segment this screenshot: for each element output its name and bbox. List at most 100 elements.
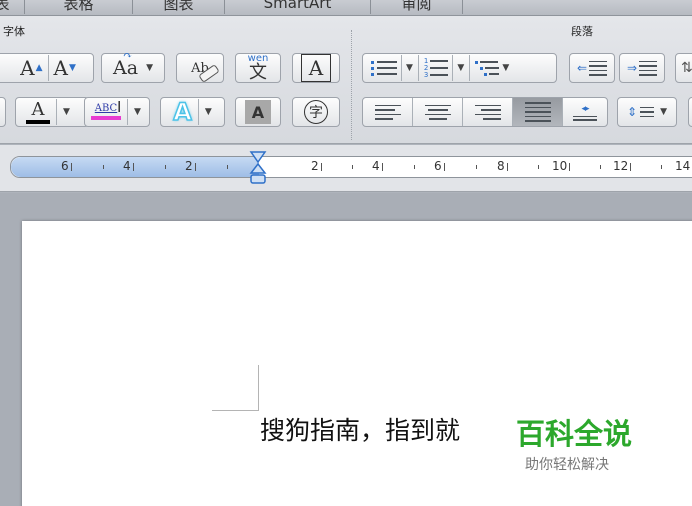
increase-indent-icon: ⇒ xyxy=(627,60,658,76)
ruler-tick xyxy=(195,163,196,171)
hanging-indent-marker[interactable] xyxy=(249,162,267,174)
justify-icon xyxy=(524,102,551,122)
ruler-tick xyxy=(414,165,415,169)
tab-label: SmartArt xyxy=(263,0,332,12)
watermark-subtitle: 助你轻松解决 xyxy=(525,457,609,473)
text-effects-button[interactable]: A ▼ xyxy=(160,97,225,127)
multilevel-list-icon xyxy=(475,60,500,76)
ruler-tick xyxy=(444,163,445,171)
tab-review[interactable]: 审阅 xyxy=(371,0,463,14)
ruler-label: 4 xyxy=(372,159,380,173)
indent-markers[interactable] xyxy=(249,150,267,186)
sort-button-clipped[interactable]: ⇅ xyxy=(675,53,692,83)
ruler-tick xyxy=(600,165,601,169)
tab-table-clipped[interactable]: 表 xyxy=(0,0,25,14)
align-left-icon xyxy=(374,104,401,120)
arrow-up-icon: ▲ xyxy=(35,63,43,73)
ruler-label: 4 xyxy=(123,159,131,173)
tab-charts[interactable]: 图表 xyxy=(133,0,225,14)
font-color-button[interactable]: A ▼ xyxy=(15,97,89,127)
font-color-bar xyxy=(26,119,50,124)
shrink-font-button[interactable]: A ▼ xyxy=(54,56,76,80)
text-cursor-icon: I xyxy=(117,98,122,116)
caret-down-icon: ▼ xyxy=(502,63,510,73)
tab-tables[interactable]: 表格 xyxy=(25,0,133,14)
ruler-left-margin xyxy=(11,157,259,177)
caret-down-icon: ▼ xyxy=(204,107,212,117)
numbering-button[interactable]: 1 2 3 ▼ xyxy=(424,55,464,81)
ruler-tick xyxy=(103,165,104,169)
align-right-button[interactable] xyxy=(463,98,513,126)
grow-font-button[interactable]: A ▲ xyxy=(12,56,42,80)
ruler-tick xyxy=(538,165,539,169)
tab-label: 审阅 xyxy=(401,0,432,13)
caret-down-icon: ▼ xyxy=(406,63,413,73)
ruler-tick xyxy=(165,165,166,169)
curved-arrow-icon: ↷ xyxy=(123,49,133,62)
align-center-icon xyxy=(424,104,451,120)
bullets-button[interactable]: ▼ xyxy=(371,55,413,81)
document-text[interactable]: 搜狗指南，指到就 xyxy=(260,411,460,447)
alignment-buttons: ◂▸ xyxy=(362,97,608,127)
character-border-button[interactable]: A xyxy=(292,53,340,83)
enclosed-characters-button[interactable]: 字 xyxy=(292,97,340,127)
sort-icon: ⇅ xyxy=(681,60,692,76)
margin-crop-mark xyxy=(258,365,259,411)
ruler-tick xyxy=(569,163,570,171)
ruler-tick xyxy=(352,165,353,169)
ruler-label: 2 xyxy=(311,159,319,173)
ruler-tick xyxy=(321,163,322,171)
paragraph-group-title: 段落 xyxy=(571,25,593,38)
distributed-icon: ◂▸ xyxy=(573,104,597,121)
multilevel-list-button[interactable]: ▼ xyxy=(475,60,510,76)
decrease-indent-button[interactable]: ⇐ xyxy=(569,53,615,83)
ruler-tick xyxy=(630,163,631,171)
first-line-indent-marker[interactable] xyxy=(249,151,267,164)
align-right-icon xyxy=(474,104,501,120)
clipped-left-button[interactable] xyxy=(0,97,6,127)
phonetic-glyph: 文 xyxy=(249,62,267,83)
align-center-button[interactable] xyxy=(413,98,463,126)
tab-label: 图表 xyxy=(163,0,194,13)
tab-label: 表格 xyxy=(63,0,94,13)
left-indent-marker[interactable] xyxy=(250,174,266,184)
highlight-glyph: ABC xyxy=(94,103,118,114)
highlight-icon: ABC I xyxy=(91,100,121,120)
caret-down-icon: ▼ xyxy=(63,107,70,117)
margin-crop-mark xyxy=(212,410,259,411)
ruler-tick xyxy=(382,163,383,171)
font-group-title: 字体 xyxy=(3,25,25,38)
character-shading-icon: A xyxy=(245,100,271,124)
ruler-label: 6 xyxy=(61,159,69,173)
caret-down-icon: ▼ xyxy=(134,107,141,117)
document-text-clipped: 就 xyxy=(435,416,461,445)
character-shading-button[interactable]: A xyxy=(235,97,281,127)
eraser-icon: Ab xyxy=(191,61,220,83)
line-spacing-icon: ⇕ xyxy=(627,106,655,118)
bullets-icon xyxy=(371,60,397,76)
highlight-button[interactable]: ABC I ▼ xyxy=(84,97,150,127)
distributed-button[interactable]: ◂▸ xyxy=(563,98,607,126)
clear-formatting-button[interactable]: Ab xyxy=(176,53,224,83)
line-spacing-button[interactable]: ⇕ ▼ xyxy=(617,97,677,127)
ruler-label: 14 xyxy=(675,159,691,173)
increase-indent-button[interactable]: ⇒ xyxy=(619,53,665,83)
phonetic-guide-button[interactable]: wen 文 xyxy=(235,53,281,83)
tab-smartart[interactable]: SmartArt xyxy=(225,0,371,14)
change-case-icon: Aa ↷ xyxy=(113,49,138,79)
ruler-tick xyxy=(71,163,72,171)
ribbon-tab-strip: 表 表格 图表 SmartArt 审阅 xyxy=(0,0,692,16)
change-case-button[interactable]: Aa ↷ ▼ xyxy=(101,49,165,83)
text-effects-icon: A xyxy=(173,97,193,127)
ruler-tick xyxy=(133,163,134,171)
ruler-label: 12 xyxy=(613,159,629,173)
align-left-button[interactable] xyxy=(363,98,413,126)
divider xyxy=(47,55,49,81)
horizontal-ruler[interactable]: 6 4 2 2 4 6 8 10 12 14 xyxy=(10,156,692,178)
font-color-icon: A xyxy=(26,100,50,124)
ribbon: 字体 段落 A ▲ A ▼ Aa ↷ ▼ Ab wen 文 A ▼ 1 2 3 … xyxy=(0,16,692,144)
document-page[interactable]: 搜狗指南，指到就 百科全说 助你轻松解决 xyxy=(22,221,692,506)
grow-font-glyph: A xyxy=(20,56,35,80)
clipped-right-button[interactable] xyxy=(688,97,692,127)
justify-button[interactable] xyxy=(513,98,563,126)
